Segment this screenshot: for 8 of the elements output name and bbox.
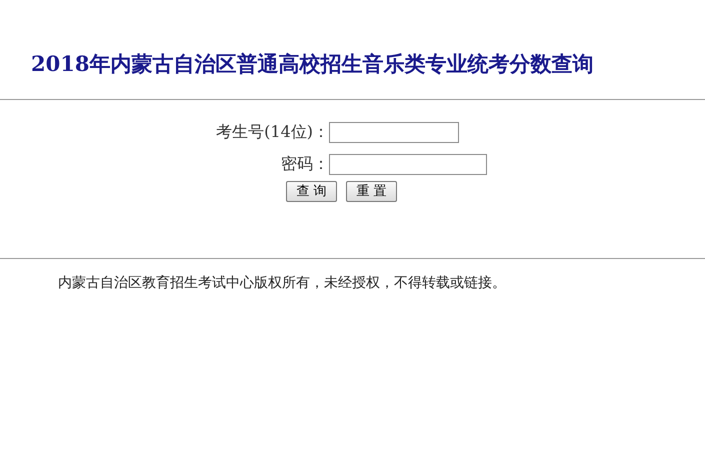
reset-button[interactable]: 重 置 [346,181,397,202]
page-title: 2018年内蒙古自治区普通高校招生音乐类专业统考分数查询 [31,50,594,78]
input-field[interactable] [329,154,487,174]
field-label: 考生号(14位)： [216,121,329,143]
input-field[interactable] [329,122,459,142]
field-label: 密码： [281,153,329,175]
query-button[interactable]: 查 询 [286,181,337,202]
copyright-notice: 内蒙古自治区教育招生考试中心版权所有，未经授权，不得转载或链接。 [58,274,506,293]
